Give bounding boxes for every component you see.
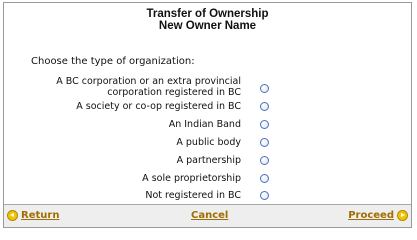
option-bc-corporation-label-line-2: corporation registered in BC: [107, 87, 241, 98]
title-line-1: Transfer of Ownership: [146, 8, 269, 20]
option-bc-corporation-radio[interactable]: [260, 84, 269, 93]
return-button[interactable]: Return: [7, 209, 59, 222]
page-title: Transfer of Ownership New Owner Name: [4, 8, 411, 32]
option-society-coop-radio[interactable]: [260, 102, 269, 111]
title-line-2: New Owner Name: [158, 20, 257, 32]
return-label: Return: [21, 210, 60, 221]
option-sole-proprietorship-label[interactable]: A sole proprietorship: [1, 173, 241, 184]
option-bc-corporation-label-line-1: A BC corporation or an extra provincial: [56, 76, 241, 87]
option-public-body-label[interactable]: A public body: [1, 137, 241, 148]
option-sole-proprietorship-radio[interactable]: [260, 174, 269, 183]
option-not-registered-label[interactable]: Not registered in BC: [1, 190, 241, 201]
arrow-right-circle-icon: [397, 210, 408, 221]
proceed-label: Proceed: [348, 210, 394, 221]
proceed-button[interactable]: Proceed: [348, 209, 408, 222]
option-public-body-radio[interactable]: [260, 138, 269, 147]
option-partnership-radio[interactable]: [260, 156, 269, 165]
option-indian-band-label[interactable]: An Indian Band: [1, 119, 241, 130]
option-bc-corporation-label[interactable]: A BC corporation or an extra provincial …: [1, 76, 241, 98]
arrow-left-circle-icon: [7, 210, 18, 221]
option-partnership-label[interactable]: A partnership: [1, 155, 241, 166]
option-indian-band-radio[interactable]: [260, 120, 269, 129]
dialog-frame: Transfer of Ownership New Owner Name Cho…: [3, 2, 412, 228]
option-not-registered-radio[interactable]: [260, 191, 269, 200]
cancel-button[interactable]: Cancel: [191, 209, 228, 222]
cancel-label: Cancel: [191, 210, 229, 221]
footer-nav-bar: Return Cancel Proceed: [4, 204, 411, 227]
organization-type-prompt: Choose the type of organization:: [31, 56, 195, 67]
option-society-coop-label[interactable]: A society or co-op registered in BC: [1, 101, 241, 112]
